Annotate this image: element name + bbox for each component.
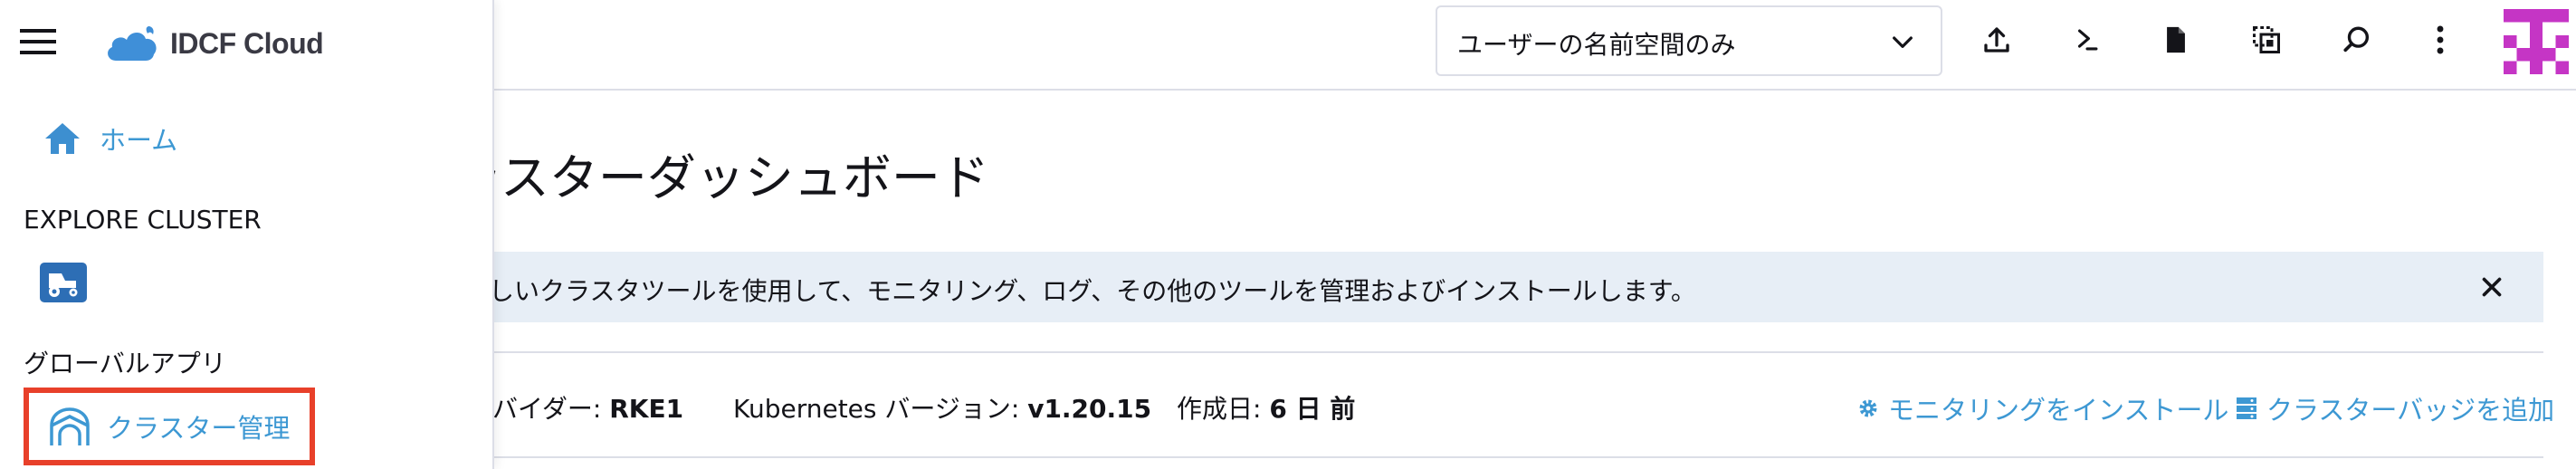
side-item-cluster-management[interactable]: クラスター管理	[24, 388, 315, 465]
server-icon	[2237, 397, 2256, 419]
terminal-icon[interactable]	[2067, 20, 2107, 60]
cluster-tractor-icon[interactable]	[40, 263, 87, 302]
chevron-down-icon	[1893, 36, 1913, 48]
install-monitoring-link[interactable]: モニタリングをインストール	[1857, 389, 2228, 427]
avatar[interactable]	[2504, 9, 2569, 74]
cluster-management-label: クラスター管理	[107, 413, 291, 444]
search-icon[interactable]	[2337, 20, 2377, 60]
home-icon	[45, 123, 80, 154]
explore-cluster-header: EXPLORE CLUSTER	[24, 205, 262, 234]
k8s-version-value: v1.20.15	[1027, 394, 1152, 424]
namespace-filter-select[interactable]: ユーザーの名前空間のみ	[1436, 5, 1942, 76]
namespace-filter-value: ユーザーの名前空間のみ	[1457, 30, 1736, 60]
add-cluster-badge-link[interactable]: クラスターバッジを追加	[2236, 389, 2554, 427]
cluster-management-icon	[50, 407, 90, 445]
brand-name: IDCF Cloud	[170, 26, 324, 60]
side-item-home[interactable]: ホーム	[43, 120, 177, 158]
created-label: 作成日:	[1177, 394, 1262, 424]
banner-message: しいクラスタツールを使用して、モニタリング、ログ、その他のツールを管理およびイン…	[489, 276, 1696, 306]
side-menu: IDCF Cloud ホーム EXPLORE CLUSTER グローバルアプリ …	[0, 0, 494, 469]
home-label: ホーム	[100, 125, 178, 156]
provider-value: RKE1	[609, 394, 684, 424]
file-icon[interactable]	[2156, 20, 2196, 60]
provider-meta: バイダー: RKE1	[492, 389, 683, 426]
cloud-logo-icon	[108, 26, 157, 61]
k8s-version-label: Kubernetes バージョン:	[733, 394, 1020, 424]
copy-kubeconfig-icon[interactable]	[2247, 20, 2286, 60]
gear-icon	[1859, 399, 1877, 417]
created-meta: 作成日: 6 日 前	[1177, 389, 1355, 426]
global-apps-header: グローバルアプリ	[24, 349, 226, 378]
info-banner: しいクラスタツールを使用して、モニタリング、ログ、その他のツールを管理およびイン…	[453, 252, 2543, 322]
k8s-version-meta: Kubernetes バージョン: v1.20.15	[733, 389, 1151, 426]
brand-logo[interactable]: IDCF Cloud	[103, 18, 324, 69]
install-monitoring-label: モニタリングをインストール	[1888, 395, 2229, 426]
cluster-meta-row: バイダー: RKE1 Kubernetes バージョン: v1.20.15 作成…	[453, 351, 2554, 458]
close-icon[interactable]	[2476, 272, 2507, 302]
upload-icon[interactable]	[1977, 20, 2017, 60]
add-cluster-badge-label: クラスターバッジを追加	[2266, 395, 2555, 426]
page-title: ラスターダッシュボード	[453, 149, 989, 206]
more-vertical-icon[interactable]	[2420, 20, 2460, 60]
hamburger-menu-icon[interactable]	[20, 25, 56, 58]
created-value: 6 日 前	[1269, 394, 1356, 424]
provider-label: バイダー:	[492, 394, 602, 424]
